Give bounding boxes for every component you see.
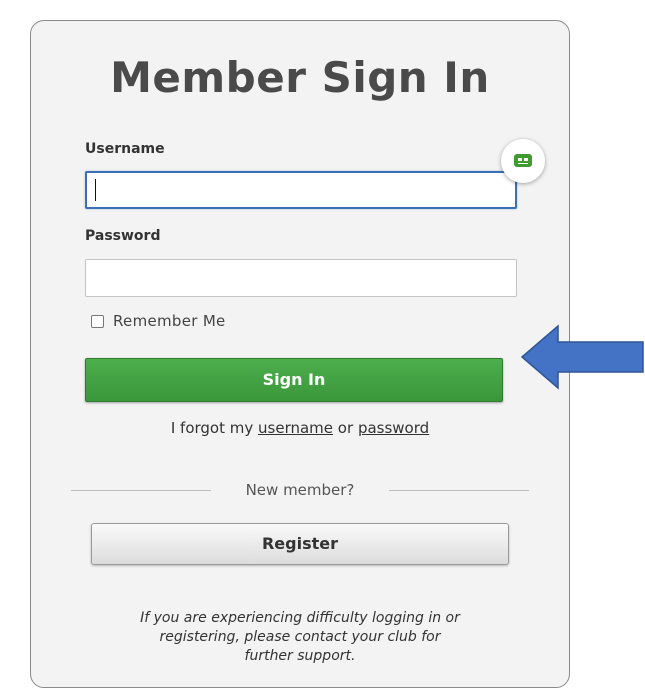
forgot-password-link[interactable]: password: [358, 419, 429, 437]
support-note-line-3: further support.: [244, 648, 356, 664]
support-note: If you are experiencing difficulty loggi…: [51, 609, 549, 666]
username-label: Username: [85, 141, 165, 157]
remember-me-row[interactable]: Remember Me: [91, 311, 226, 331]
new-member-label: New member?: [245, 481, 355, 499]
forgot-credentials-text: I forgot my username or password: [31, 419, 569, 437]
page-title: Member Sign In: [110, 53, 490, 102]
text-caret: [95, 179, 96, 201]
sign-in-card: Member Sign In Username Password Remembe…: [30, 20, 570, 688]
arrow-left-icon: [520, 324, 644, 390]
remember-me-checkbox[interactable]: [91, 314, 104, 328]
username-input[interactable]: [85, 171, 517, 209]
divider-left: [71, 490, 211, 491]
password-manager-icon[interactable]: [501, 139, 545, 183]
remember-me-label[interactable]: Remember Me: [113, 312, 226, 330]
password-manager-screen: [514, 154, 532, 167]
register-button[interactable]: Register: [91, 523, 509, 565]
support-note-line-1: If you are experiencing difficulty loggi…: [140, 610, 460, 626]
forgot-username-link[interactable]: username: [258, 419, 333, 437]
forgot-prefix: I forgot my: [170, 419, 254, 437]
password-input[interactable]: [85, 259, 517, 297]
divider-right: [389, 490, 529, 491]
forgot-connector: or: [337, 419, 354, 437]
support-note-line-2: registering, please contact your club fo…: [159, 629, 441, 645]
sign-in-button[interactable]: Sign In: [85, 358, 503, 402]
password-label: Password: [85, 228, 161, 244]
